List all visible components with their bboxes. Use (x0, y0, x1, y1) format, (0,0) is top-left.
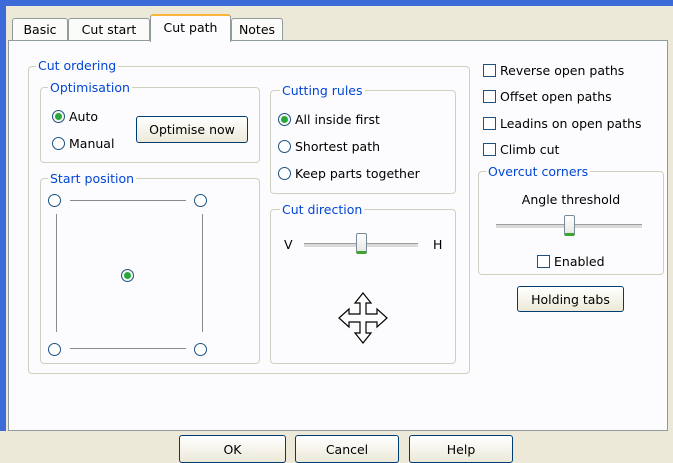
start-bottom-right-dot (194, 342, 207, 356)
tab-cut-start[interactable]: Cut start (68, 18, 150, 40)
manual-radio-dot (52, 136, 65, 150)
all-inside-first-label: All inside first (295, 111, 380, 127)
start-top-edge (70, 200, 186, 201)
manual-radio-label: Manual (69, 135, 115, 151)
window-top-border (0, 0, 673, 6)
shortest-path-radio[interactable]: Shortest path (278, 137, 380, 155)
tab-cut-path[interactable]: Cut path (150, 14, 231, 42)
shortest-path-label: Shortest path (295, 138, 381, 154)
overcut-corners-label: Overcut corners (486, 164, 591, 179)
reverse-open-paths-box (483, 63, 496, 77)
offset-open-paths-box (483, 89, 496, 103)
auto-radio-dot (52, 109, 65, 123)
start-bottom-edge (70, 348, 186, 349)
cut-direction-v-label: V (284, 237, 293, 252)
start-top-left-dot (48, 193, 61, 207)
enabled-box (537, 254, 550, 268)
auto-radio-label: Auto (69, 108, 99, 124)
holding-tabs-button[interactable]: Holding tabs (517, 286, 624, 312)
window-left-border (0, 0, 6, 463)
reverse-open-paths-checkbox[interactable]: Reverse open paths (483, 61, 624, 79)
auto-radio[interactable]: Auto (52, 107, 98, 125)
leadins-open-paths-box (483, 116, 496, 130)
cut-direction-h-label: H (433, 237, 443, 252)
start-left-edge (56, 214, 57, 332)
start-top-right-dot (194, 193, 207, 207)
leadins-open-paths-label: Leadins on open paths (500, 115, 642, 131)
offset-open-paths-label: Offset open paths (500, 88, 612, 104)
start-bottom-right-radio[interactable] (194, 340, 211, 358)
optimisation-label: Optimisation (48, 80, 132, 95)
tab-basic[interactable]: Basic (12, 18, 68, 40)
manual-radio[interactable]: Manual (52, 134, 114, 152)
climb-cut-label: Climb cut (500, 141, 560, 157)
keep-parts-together-label: Keep parts together (295, 165, 420, 181)
start-right-edge (202, 214, 203, 332)
leadins-open-paths-checkbox[interactable]: Leadins on open paths (483, 114, 642, 132)
optimise-now-button[interactable]: Optimise now (136, 116, 248, 143)
angle-threshold-slider-thumb[interactable] (564, 215, 575, 236)
climb-cut-checkbox[interactable]: Climb cut (483, 140, 559, 158)
tab-notes[interactable]: Notes (231, 18, 283, 40)
all-inside-first-dot (278, 112, 291, 126)
reverse-open-paths-label: Reverse open paths (500, 62, 625, 78)
enabled-label: Enabled (554, 253, 605, 269)
start-top-right-radio[interactable] (194, 191, 211, 209)
start-position-group (40, 178, 260, 364)
start-top-left-radio[interactable] (48, 191, 65, 209)
cut-ordering-label: Cut ordering (36, 58, 119, 73)
all-inside-first-radio[interactable]: All inside first (278, 110, 380, 128)
start-center-radio[interactable] (121, 266, 138, 284)
start-center-dot (121, 268, 134, 282)
cancel-button[interactable]: Cancel (295, 435, 399, 463)
enabled-checkbox[interactable]: Enabled (537, 252, 605, 270)
angle-threshold-label: Angle threshold (521, 192, 621, 207)
shortest-path-dot (278, 139, 291, 153)
move-arrows-icon (338, 292, 388, 344)
start-position-label: Start position (48, 171, 137, 186)
offset-open-paths-checkbox[interactable]: Offset open paths (483, 87, 612, 105)
start-bottom-left-dot (48, 342, 61, 356)
cutting-rules-label: Cutting rules (280, 83, 365, 98)
climb-cut-box (483, 142, 496, 156)
ok-button[interactable]: OK (179, 435, 286, 463)
help-button[interactable]: Help (409, 435, 513, 463)
cut-direction-label: Cut direction (280, 202, 365, 217)
cut-direction-slider-thumb[interactable] (356, 233, 367, 254)
keep-parts-together-radio[interactable]: Keep parts together (278, 164, 420, 182)
keep-parts-together-dot (278, 166, 291, 180)
start-bottom-left-radio[interactable] (48, 340, 65, 358)
